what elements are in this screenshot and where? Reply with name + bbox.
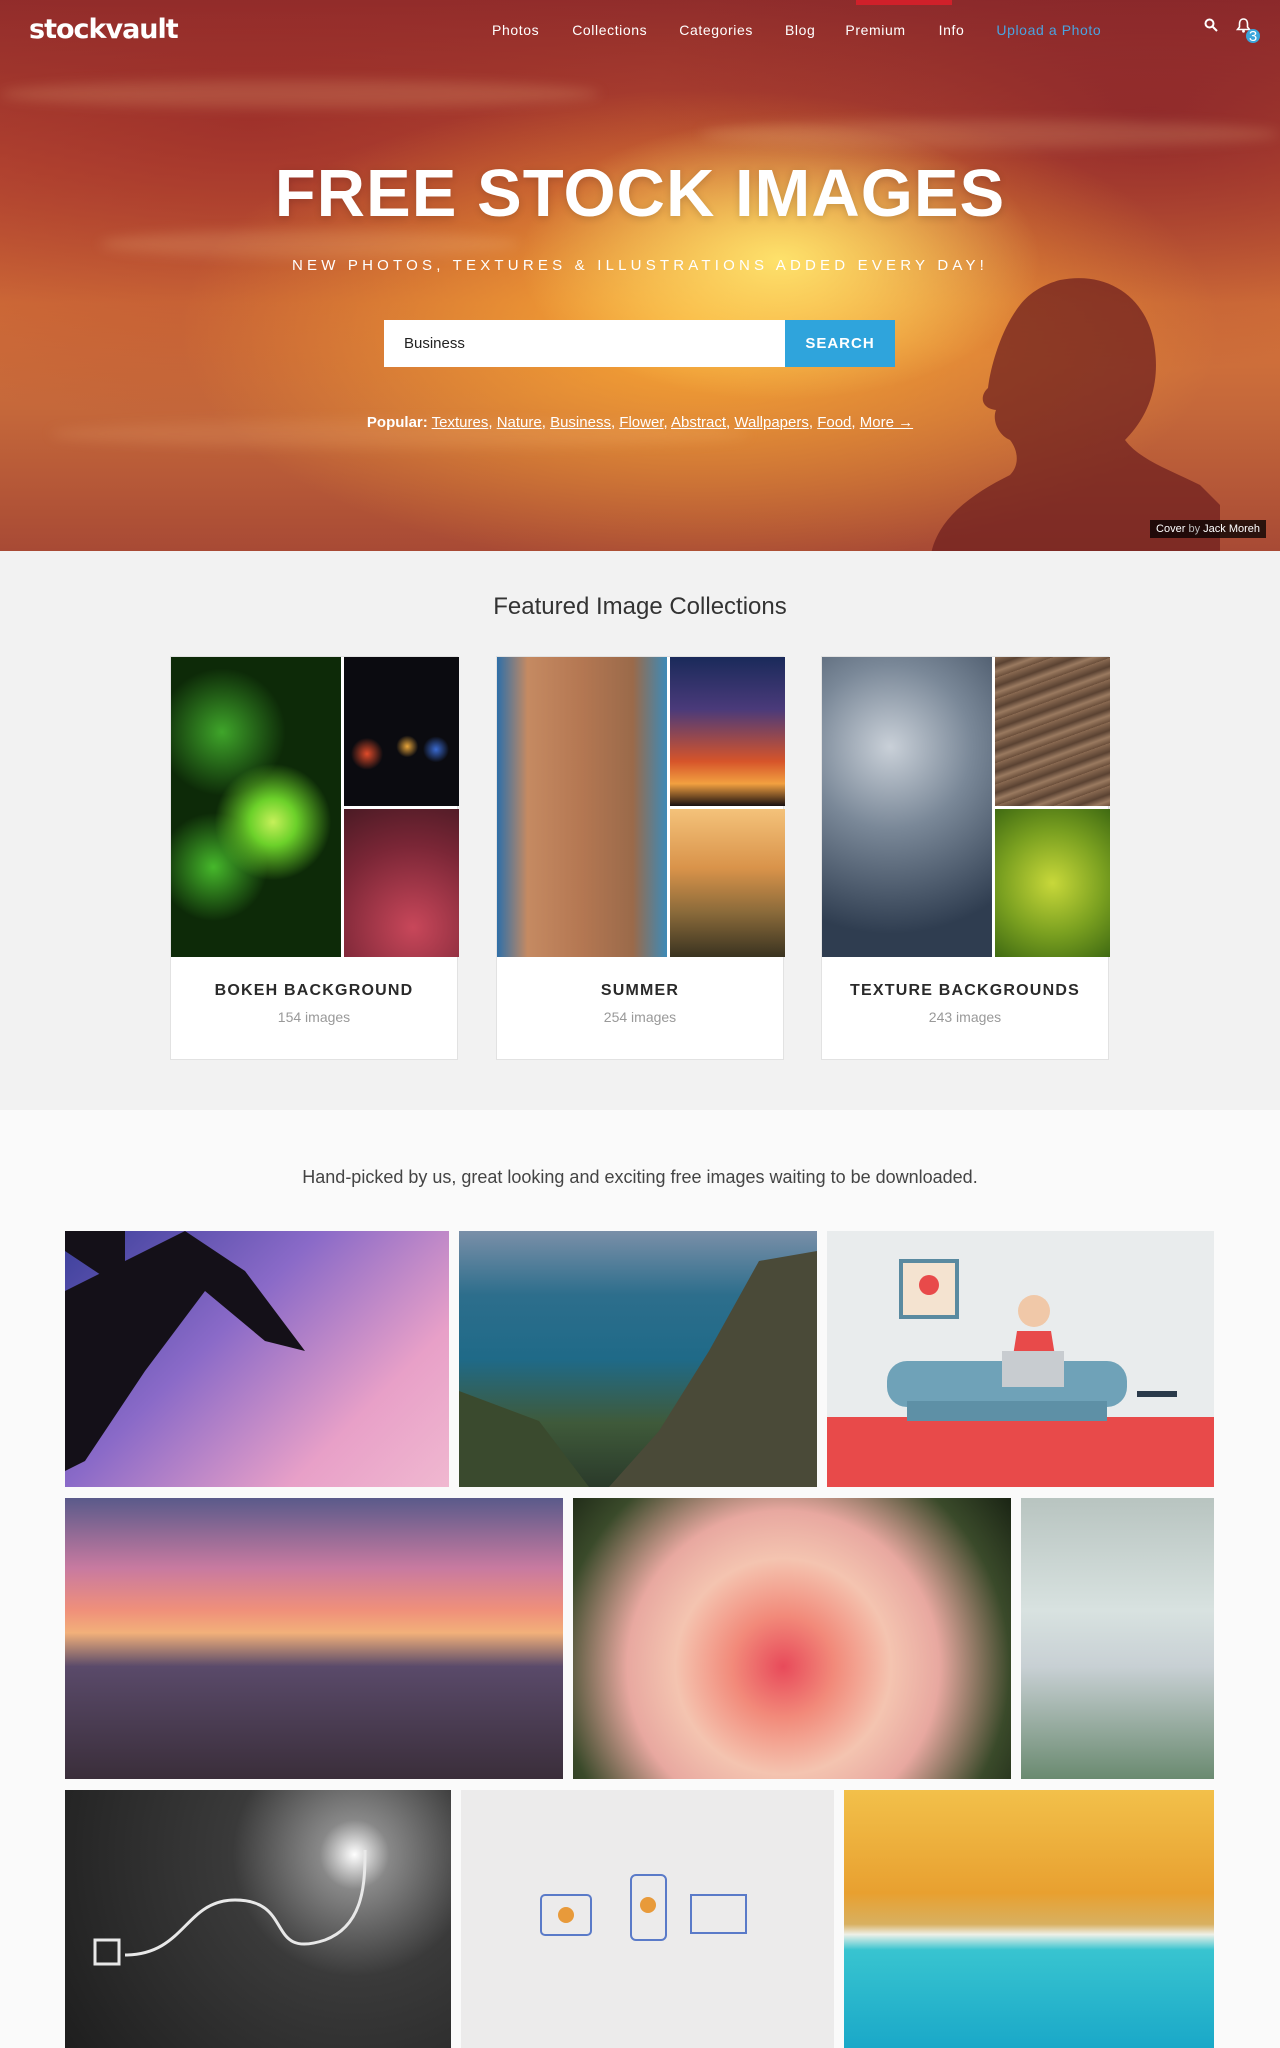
credit-author-link[interactable]: Jack Moreh — [1203, 523, 1260, 535]
collection-name: BOKEH BACKGROUND — [214, 982, 414, 999]
notification-bell-icon[interactable]: 3 — [1235, 18, 1260, 51]
texture-thumb-green — [995, 809, 1110, 957]
hero-subtitle: NEW PHOTOS, TEXTURES & ILLUSTRATIONS ADD… — [291, 257, 989, 274]
gallery-intro-text: Hand-picked by us, great looking and exc… — [302, 1167, 978, 1187]
tag-abstract[interactable]: Abstract — [671, 414, 726, 431]
gallery-image-beach-sunset[interactable] — [65, 1498, 563, 1779]
featured-collections-section: Featured Image Collections BOKEH BACKGRO… — [0, 551, 1280, 1110]
tag-business[interactable]: Business — [550, 414, 611, 431]
tag-nature[interactable]: Nature — [497, 414, 542, 431]
summer-thumb-palm — [670, 657, 785, 806]
hero-banner: stockvault Photos Collections Categories… — [0, 0, 1280, 551]
premium-indicator — [856, 0, 952, 5]
cloud-streak — [0, 80, 600, 108]
gallery-image-freelancer-illustration[interactable] — [827, 1231, 1214, 1487]
nav-categories[interactable]: Categories — [679, 22, 753, 38]
tag-food[interactable]: Food — [817, 414, 851, 431]
top-navigation: stockvault Photos Collections Categories… — [0, 0, 1280, 58]
collection-count: 154 images — [277, 1009, 351, 1025]
bokeh-main-image — [171, 657, 341, 957]
search-input[interactable] — [384, 320, 785, 367]
nav-upload-photo[interactable]: Upload a Photo — [996, 22, 1101, 38]
nav-collections[interactable]: Collections — [572, 22, 647, 38]
gallery-image-lightbulb-chalkboard[interactable] — [65, 1790, 451, 2048]
tag-wallpapers[interactable]: Wallpapers — [734, 414, 808, 431]
nav-blog[interactable]: Blog — [785, 22, 815, 38]
collection-card-summer[interactable]: SUMMER 254 images — [496, 656, 785, 1060]
gallery-image-swing-waterfall[interactable] — [1021, 1498, 1214, 1779]
cover-credit: Cover by Jack Moreh — [1150, 520, 1266, 538]
credit-by: by — [1188, 523, 1201, 535]
summer-main-image — [497, 657, 667, 957]
gallery-image-dahlia[interactable] — [573, 1498, 1011, 1779]
notification-count-badge: 3 — [1246, 28, 1260, 45]
summer-thumb-field — [670, 809, 785, 957]
collection-count: 254 images — [603, 1009, 677, 1025]
bokeh-thumb-pink — [344, 809, 459, 957]
stockvault-logo[interactable]: stockvault — [29, 14, 179, 45]
collection-name: SUMMER — [600, 982, 680, 999]
gallery-image-aerial-beach[interactable] — [844, 1790, 1214, 2048]
collection-name: TEXTURE BACKGROUNDS — [850, 982, 1080, 999]
tag-flower[interactable]: Flower — [619, 414, 663, 431]
search-button[interactable]: SEARCH — [785, 320, 895, 367]
texture-thumb-sand — [995, 657, 1110, 806]
gallery-image-coast[interactable] — [459, 1231, 817, 1487]
credit-prefix: Cover — [1156, 523, 1186, 535]
featured-heading: Featured Image Collections — [493, 593, 787, 620]
texture-main-image — [822, 657, 992, 957]
collection-card-bokeh[interactable]: BOKEH BACKGROUND 154 images — [170, 656, 459, 1060]
collection-card-texture[interactable]: TEXTURE BACKGROUNDS 243 images — [821, 656, 1110, 1060]
popular-tags: Popular: Textures, Nature, Business, Flo… — [366, 414, 914, 431]
bokeh-thumb-lights — [344, 657, 459, 806]
tag-textures[interactable]: Textures — [432, 414, 489, 431]
nav-info[interactable]: Info — [939, 22, 965, 38]
hero-title: FREE STOCK IMAGES — [274, 156, 1006, 231]
nav-icons: 3 — [1204, 18, 1260, 51]
gallery-image-palm-sunset[interactable] — [65, 1231, 449, 1487]
person-silhouette — [931, 278, 1220, 551]
cloud-streak — [100, 230, 520, 258]
search-form: SEARCH — [384, 320, 895, 367]
nav-photos[interactable]: Photos — [492, 22, 539, 38]
main-nav-links: Photos Collections Categories Blog Premi… — [492, 22, 1101, 38]
tag-more[interactable]: More → — [860, 414, 913, 431]
gallery-image-finance-illustration[interactable] — [461, 1790, 834, 2048]
popular-label: Popular: — [366, 414, 428, 431]
nav-premium[interactable]: Premium — [845, 22, 905, 38]
photo-gallery-section: Hand-picked by us, great looking and exc… — [0, 1110, 1280, 2048]
search-icon[interactable] — [1204, 18, 1218, 51]
cloud-streak — [700, 120, 1280, 148]
collection-count: 243 images — [928, 1009, 1002, 1025]
